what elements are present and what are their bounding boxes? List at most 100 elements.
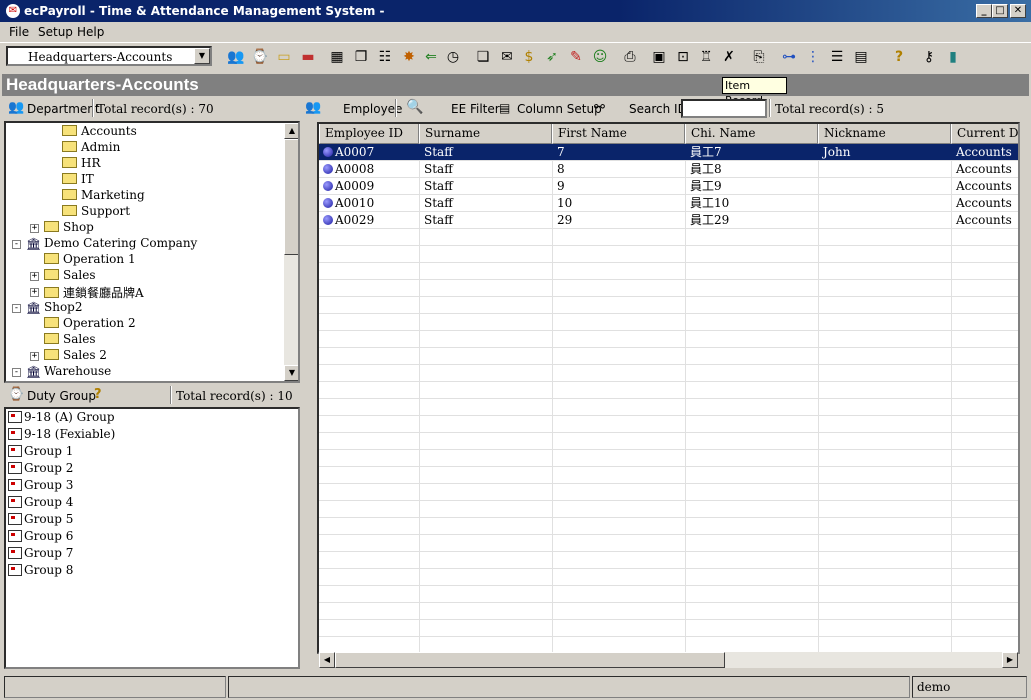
duty-group-item[interactable]: Group 6 — [8, 529, 73, 546]
documents-icon[interactable]: ❐ — [350, 46, 372, 68]
settings-icon[interactable]: ✗ — [718, 46, 740, 68]
maximize-button[interactable]: □ — [992, 4, 1008, 18]
expand-icon[interactable]: + — [30, 224, 39, 233]
scroll-thumb[interactable] — [284, 139, 298, 255]
scroll-right-icon[interactable]: ▶ — [1002, 652, 1018, 668]
tree-item[interactable]: Operation 2 — [44, 316, 136, 332]
binoculars-icon: ⚯ — [594, 100, 605, 115]
table-row[interactable]: A0008 Staff 8 員工8 Accounts — [319, 161, 1018, 178]
duty-group-item[interactable]: Group 3 — [8, 478, 73, 495]
tree-item[interactable]: Accounts — [62, 124, 137, 140]
org-chart-icon[interactable]: ♖ — [695, 46, 717, 68]
help-icon[interactable]: ? — [888, 46, 910, 68]
mail-icon[interactable]: ✉ — [496, 46, 518, 68]
print-icon[interactable]: ⎙ — [619, 46, 641, 68]
shop-icon[interactable]: ▬ — [297, 46, 319, 68]
tree-item-label: Shop — [63, 220, 94, 234]
person-icon[interactable]: ☺ — [589, 46, 611, 68]
col-surname-header[interactable]: Surname — [419, 124, 552, 144]
scroll-left-icon[interactable]: ◀ — [319, 652, 335, 668]
duty-icon[interactable]: ⌚ — [249, 46, 271, 68]
menu-help[interactable]: Help — [77, 25, 104, 39]
tree-item[interactable]: Operation 1 — [44, 252, 136, 268]
duty-group-item[interactable]: Group 5 — [8, 512, 73, 529]
door-icon[interactable]: ⇐ — [420, 46, 442, 68]
dollar-icon[interactable]: $ — [518, 46, 540, 68]
expand-icon[interactable]: + — [30, 288, 39, 297]
tools-icon[interactable]: ✸ — [398, 46, 420, 68]
folder-icon[interactable]: ▭ — [273, 46, 295, 68]
list-icon[interactable]: ☰ — [826, 46, 848, 68]
col-chi-name-header[interactable]: Chi. Name — [685, 124, 818, 144]
table-row[interactable]: A0007 Staff 7 員工7 John Accounts — [319, 144, 1018, 161]
employee-status-icon — [323, 146, 333, 157]
tree-item[interactable]: IT — [62, 172, 94, 188]
ee-filter-button[interactable]: EE Filter — [451, 102, 500, 116]
key-icon[interactable]: ⚷ — [918, 46, 940, 68]
duty-group-item[interactable]: Group 7 — [8, 546, 73, 563]
tree-item[interactable]: Marketing — [62, 188, 145, 204]
search-id-input[interactable] — [681, 99, 767, 118]
run-icon[interactable]: ➶ — [541, 46, 563, 68]
tree-item[interactable]: 連鎖餐廳品牌A — [44, 284, 144, 300]
report-icon[interactable]: ✎ — [565, 46, 587, 68]
minimize-button[interactable]: _ — [976, 4, 992, 18]
department-scrollbar[interactable]: ▲ ▼ — [284, 123, 298, 381]
collapse-icon[interactable]: - — [12, 304, 21, 313]
table-row[interactable]: A0009 Staff 9 員工9 Accounts — [319, 178, 1018, 195]
expand-icon[interactable]: + — [30, 352, 39, 361]
table-cell: 29 — [557, 213, 573, 227]
col-current-dept-header[interactable]: Current Depa — [951, 124, 1018, 144]
monitor-icon[interactable]: ▣ — [648, 46, 670, 68]
department-select[interactable]: Headquarters-Accounts ▼ — [6, 46, 212, 66]
col-employee-id-header[interactable]: Employee ID — [319, 124, 419, 144]
grid-hscrollbar[interactable]: ◀ ▶ — [319, 652, 1018, 668]
tree-item[interactable]: Sales — [44, 268, 95, 284]
expand-icon[interactable]: + — [30, 272, 39, 281]
tree-item[interactable]: HR — [62, 156, 101, 172]
tooltip: Item Record — [722, 77, 787, 107]
menu-file[interactable]: File — [9, 25, 29, 39]
schedule-icon[interactable]: ☷ — [374, 46, 396, 68]
calculator-icon[interactable]: ▦ — [326, 46, 348, 68]
tree-item[interactable]: Support — [62, 204, 130, 220]
close-button[interactable]: ✕ — [1010, 4, 1026, 18]
table-row[interactable]: A0010 Staff 10 員工10 Accounts — [319, 195, 1018, 212]
col-first-name-header[interactable]: First Name — [552, 124, 685, 144]
duty-group-item[interactable]: 9-18 (A) Group — [8, 410, 115, 427]
collapse-icon[interactable]: - — [12, 240, 21, 249]
node-icon[interactable]: ⊶ — [778, 46, 800, 68]
employees-icon[interactable]: 👥 — [225, 46, 247, 68]
magnifier-icon[interactable]: 🔍 — [406, 99, 423, 115]
tree-item[interactable]: 🏛 Warehouse — [26, 364, 111, 380]
tree-item[interactable]: Sales 2 — [44, 348, 107, 364]
card-icon[interactable]: ⊡ — [672, 46, 694, 68]
tree-item[interactable]: Sales — [44, 332, 95, 348]
duty-group-item[interactable]: Group 2 — [8, 461, 73, 478]
exit-icon[interactable]: ▮ — [942, 46, 964, 68]
table-row[interactable]: A0029 Staff 29 員工29 Accounts — [319, 212, 1018, 229]
duty-group-item[interactable]: Group 1 — [8, 444, 73, 461]
duty-group-item[interactable]: 9-18 (Fexiable) — [8, 427, 115, 444]
tree-item[interactable]: Shop — [44, 220, 94, 236]
help-icon[interactable]: ? — [94, 387, 102, 402]
chevron-down-icon[interactable]: ▼ — [194, 48, 210, 64]
menu-setup[interactable]: Setup — [38, 25, 73, 39]
tree-item[interactable]: 🏛 Shop2 — [26, 300, 83, 316]
collapse-icon[interactable]: - — [12, 368, 21, 377]
scroll-up-icon[interactable]: ▲ — [284, 123, 298, 139]
scroll-down-icon[interactable]: ▼ — [284, 365, 298, 381]
duty-group-item[interactable]: Group 8 — [8, 563, 73, 580]
item-record-icon[interactable]: ⎘ — [748, 46, 770, 68]
duty-group-item[interactable]: Group 4 — [8, 495, 73, 512]
hscroll-thumb[interactable] — [335, 652, 725, 668]
column-setup-button[interactable]: Column Setup — [517, 102, 602, 116]
tree-item[interactable]: 🏛 Demo Catering Company — [26, 236, 197, 252]
table-icon[interactable]: ▤ — [850, 46, 872, 68]
tree-icon[interactable]: ⋮ — [802, 46, 824, 68]
clock-icon[interactable]: ◷ — [442, 46, 464, 68]
tree-item-label: 連鎖餐廳品牌A — [63, 286, 144, 300]
col-nickname-header[interactable]: Nickname — [818, 124, 951, 144]
copy-icon[interactable]: ❏ — [472, 46, 494, 68]
tree-item[interactable]: Admin — [62, 140, 120, 156]
